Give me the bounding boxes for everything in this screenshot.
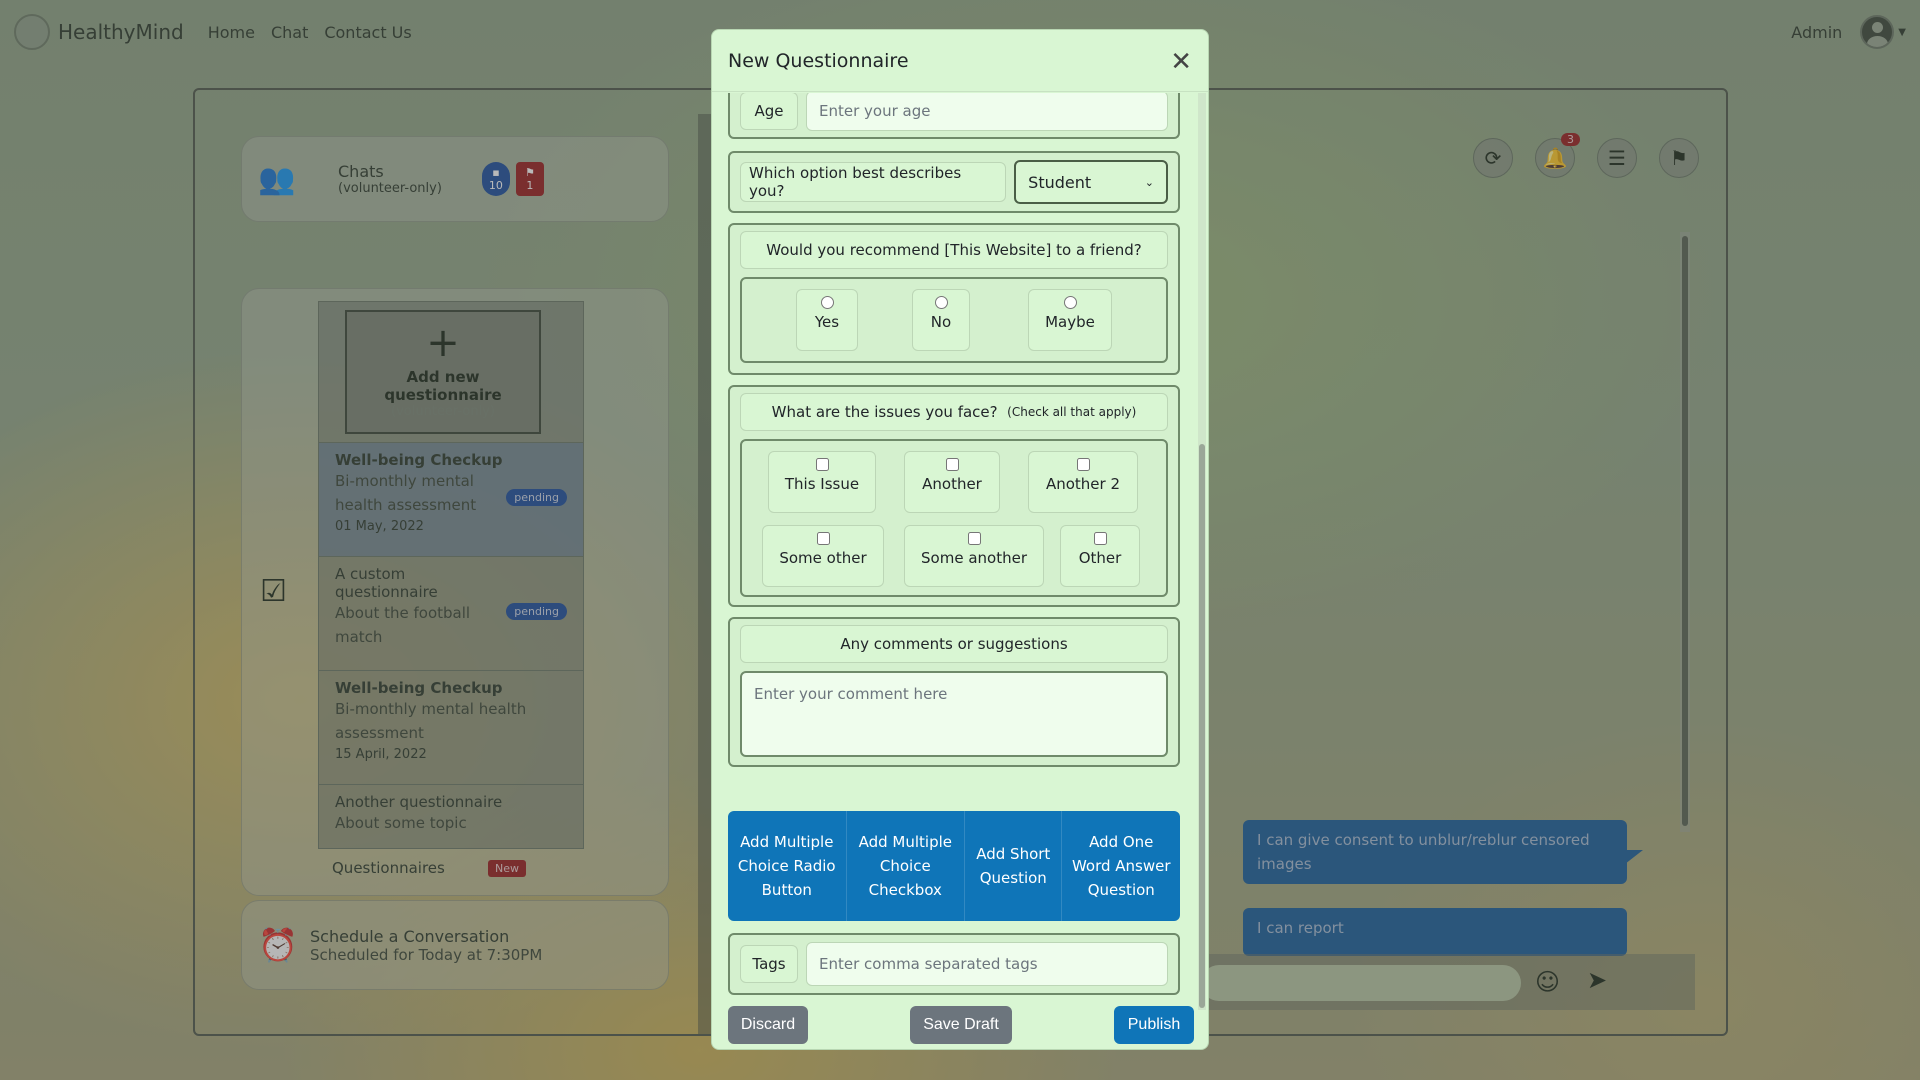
age-input[interactable]: Enter your age xyxy=(806,93,1168,131)
comments-textarea[interactable]: Enter your comment here xyxy=(740,671,1168,757)
add-short-question-button[interactable]: Add Short Question xyxy=(965,811,1063,921)
radio-no[interactable]: No xyxy=(912,289,970,351)
checkbox-input[interactable] xyxy=(945,458,959,471)
checkbox-input[interactable] xyxy=(815,458,829,471)
radio-label: No xyxy=(930,313,952,331)
issues-options: This Issue Another Another 2 Some other … xyxy=(740,439,1168,597)
publish-button[interactable]: Publish xyxy=(1114,1006,1194,1044)
tags-label: Tags xyxy=(740,945,798,983)
modal-footer: Discard Save Draft Publish xyxy=(712,998,1210,1050)
tags-input[interactable]: Enter comma separated tags xyxy=(806,942,1168,986)
radio-label: Yes xyxy=(814,313,840,331)
age-label: Age xyxy=(740,93,798,130)
modal-scroll-thumb[interactable] xyxy=(1199,444,1205,1008)
issues-hint: (Check all that apply) xyxy=(1007,405,1137,419)
issues-question: What are the issues you face? (Check all… xyxy=(728,385,1180,607)
checkbox-label: Some other xyxy=(779,549,867,567)
add-radio-question-button[interactable]: Add Multiple Choice Radio Button xyxy=(728,811,847,921)
age-question: Age Enter your age xyxy=(728,93,1180,139)
checkbox-another-2[interactable]: Another 2 xyxy=(1028,451,1138,513)
add-one-word-question-button[interactable]: Add One Word Answer Question xyxy=(1062,811,1180,921)
recommend-options: Yes No Maybe xyxy=(740,277,1168,363)
checkbox-this-issue[interactable]: This Issue xyxy=(768,451,876,513)
comments-question: Any comments or suggestions Enter your c… xyxy=(728,617,1180,767)
checkbox-some-other[interactable]: Some other xyxy=(762,525,884,587)
radio-label: Maybe xyxy=(1045,313,1095,331)
radio-maybe[interactable]: Maybe xyxy=(1028,289,1112,351)
discard-button[interactable]: Discard xyxy=(728,1006,808,1044)
describe-select[interactable]: Student ⌄ xyxy=(1014,160,1168,204)
issues-label: What are the issues you face? (Check all… xyxy=(740,393,1168,431)
checkbox-input[interactable] xyxy=(967,532,981,545)
add-checkbox-question-button[interactable]: Add Multiple Choice Checkbox xyxy=(847,811,966,921)
tags-field: Tags Enter comma separated tags xyxy=(728,933,1180,995)
radio-input[interactable] xyxy=(934,296,948,309)
describe-label: Which option best describes you? xyxy=(740,162,1007,202)
radio-input[interactable] xyxy=(1063,296,1077,309)
modal-body: Age Enter your age Which option best des… xyxy=(712,93,1210,1003)
checkbox-label: Some another xyxy=(921,549,1027,567)
comments-label: Any comments or suggestions xyxy=(740,625,1168,663)
chevron-down-icon: ⌄ xyxy=(1144,175,1154,189)
checkbox-another[interactable]: Another xyxy=(904,451,1000,513)
checkbox-input[interactable] xyxy=(1076,458,1090,471)
modal-title: New Questionnaire xyxy=(728,49,909,72)
checkbox-input[interactable] xyxy=(1093,532,1107,545)
close-icon[interactable]: ✕ xyxy=(1170,48,1192,74)
modal-header: New Questionnaire ✕ xyxy=(712,30,1208,92)
recommend-question: Would you recommend [This Website] to a … xyxy=(728,223,1180,375)
issues-question-text: What are the issues you face? xyxy=(771,403,998,421)
radio-input[interactable] xyxy=(820,296,834,309)
recommend-label: Would you recommend [This Website] to a … xyxy=(740,231,1168,269)
checkbox-input[interactable] xyxy=(816,532,830,545)
describe-question: Which option best describes you? Student… xyxy=(728,151,1180,213)
describe-select-value: Student xyxy=(1028,172,1092,192)
checkbox-label: Another 2 xyxy=(1045,475,1121,493)
checkbox-label: This Issue xyxy=(784,475,860,493)
save-draft-button[interactable]: Save Draft xyxy=(910,1006,1012,1044)
checkbox-some-another[interactable]: Some another xyxy=(904,525,1044,587)
new-questionnaire-modal: New Questionnaire ✕ Age Enter your age W… xyxy=(711,29,1209,1050)
checkbox-label: Other xyxy=(1078,549,1122,567)
radio-yes[interactable]: Yes xyxy=(796,289,858,351)
checkbox-label: Another xyxy=(922,475,982,493)
checkbox-other[interactable]: Other xyxy=(1060,525,1140,587)
add-question-toolbar: Add Multiple Choice Radio Button Add Mul… xyxy=(728,811,1180,921)
